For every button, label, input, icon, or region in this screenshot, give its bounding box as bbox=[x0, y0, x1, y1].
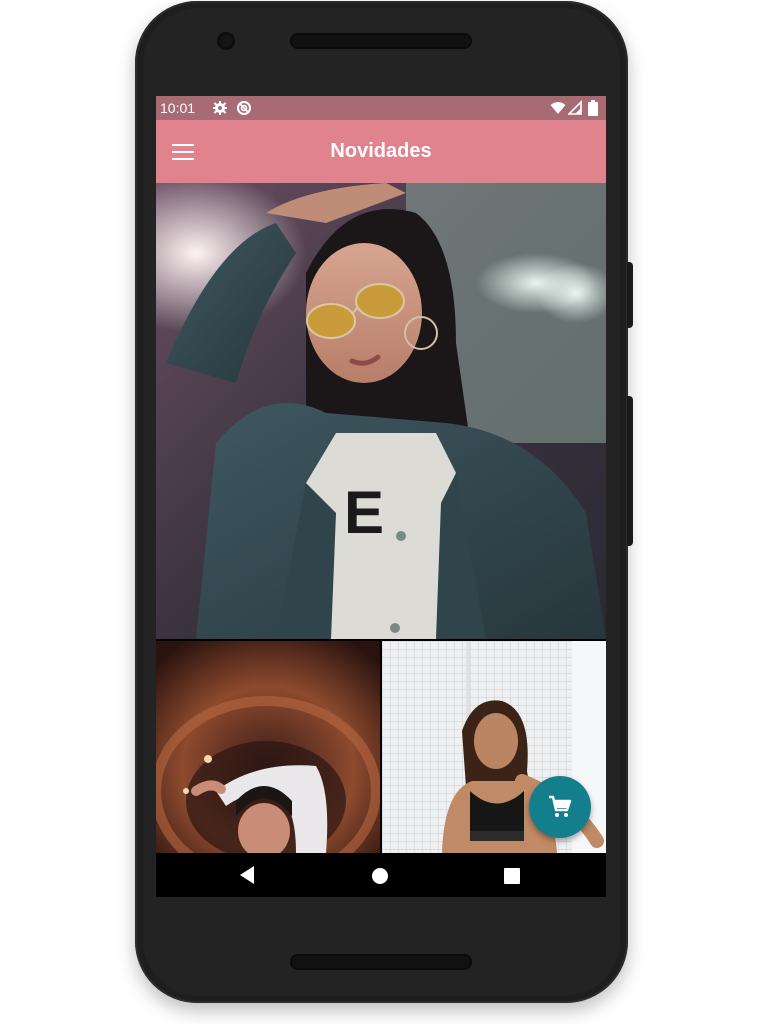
top-speaker bbox=[290, 33, 472, 49]
battery-icon bbox=[588, 100, 598, 116]
sync-icon bbox=[237, 101, 251, 115]
settings-icon bbox=[213, 101, 227, 115]
feed-photo-main[interactable]: E bbox=[156, 183, 606, 639]
shirt-print-text: E bbox=[344, 479, 384, 546]
app-bar: Novidades bbox=[156, 120, 606, 183]
page-title: Novidades bbox=[330, 140, 432, 162]
signal-icon bbox=[568, 100, 582, 115]
cart-icon bbox=[549, 795, 572, 817]
screen: 10:01 Novidades E bbox=[156, 96, 606, 897]
recents-icon[interactable] bbox=[504, 868, 520, 884]
system-navigation-bar bbox=[156, 853, 606, 897]
status-time: 10:01 bbox=[160, 100, 196, 116]
front-camera bbox=[217, 32, 235, 50]
power-button bbox=[627, 262, 633, 328]
feed-photo-tunnel[interactable] bbox=[156, 641, 380, 853]
cart-fab-button[interactable] bbox=[529, 776, 591, 838]
home-icon[interactable] bbox=[371, 867, 389, 885]
status-bar: 10:01 bbox=[156, 96, 606, 120]
bottom-speaker bbox=[290, 954, 472, 970]
wifi-icon bbox=[550, 102, 566, 114]
volume-button bbox=[627, 396, 633, 546]
back-icon[interactable] bbox=[239, 865, 255, 885]
